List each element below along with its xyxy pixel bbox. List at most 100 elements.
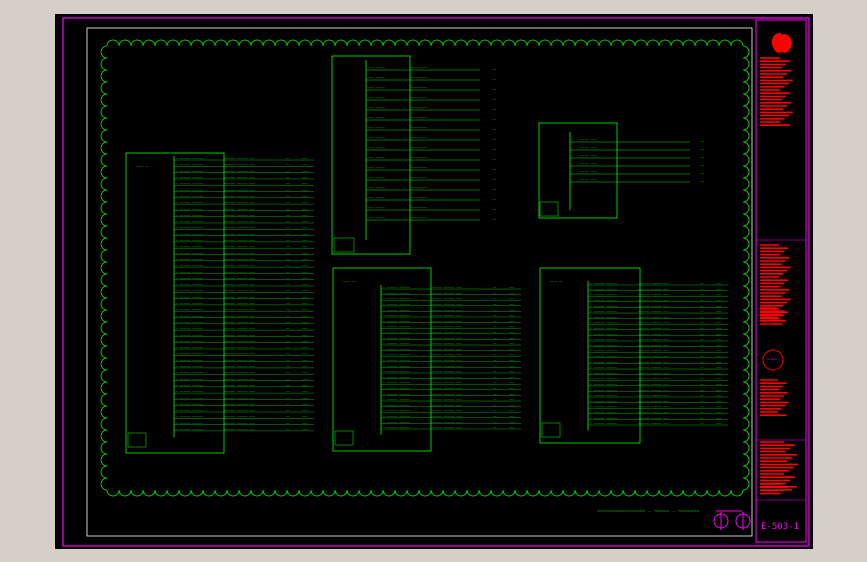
center-bottom-pole-label: ~~ (493, 341, 497, 345)
left-panel-box (125, 152, 225, 454)
left-rating-label: ~~~ (302, 371, 308, 375)
right-bottom-load-label: ~~~~~~ ~~~~~~ ~~~ (638, 315, 669, 319)
center-bottom-rating-label: ~~~ (509, 302, 515, 306)
right-bottom-load-label: ~~~~~~ ~~~~~~ ~~~ (638, 337, 669, 341)
left-load-label: ~~~~~~ ~~~~~~ ~~~ (224, 251, 255, 255)
left-rating-label: ~~~ (302, 201, 308, 205)
center-bottom-rating-label: ~~~ (509, 319, 515, 323)
center-bottom-circuit-label: ~ ~~~~~~ ~~~~~~ (383, 358, 410, 362)
center-top-feeder-label: ~~~ ~~~~ (368, 186, 385, 190)
center-bottom-rating-label: ~~~ (509, 325, 515, 329)
right-bottom-load-label: ~~~~~~ ~~~~~~ ~~~ (638, 287, 669, 291)
left-pole-label: ~~ (286, 207, 290, 211)
left-pole-label: ~~ (286, 377, 290, 381)
right-bottom-circuit-label: ~ ~~~~~~ ~~~~~~ (590, 293, 617, 297)
center-bottom-circuit-label: ~ ~~~~~~ ~~~~~~ (383, 375, 410, 379)
right-bottom-rating-label: ~~~ (716, 332, 722, 336)
center-bottom-pole-label: ~~ (493, 297, 497, 301)
left-pole-label: ~~ (286, 327, 290, 331)
center-bottom-rating-label: ~~~ (509, 285, 515, 289)
left-load-label: ~~~~~~ ~~~~~~ ~~~ (224, 156, 255, 160)
right-bottom-load-label: ~~~~~~ ~~~~~~ ~~~ (638, 377, 669, 381)
right-bottom-circuit-label: ~ ~~~~~~ ~~~~~~ (590, 349, 617, 353)
center-bottom-pole-label: ~~ (493, 308, 497, 312)
left-rating-label: ~~~ (302, 276, 308, 280)
left-pole-label: ~~ (286, 320, 290, 324)
left-load-label: ~~~~~~ ~~~~~~ ~~~ (224, 396, 255, 400)
left-circuit-label: ~ ~~~~~~ ~~~~~~ (176, 301, 203, 305)
left-pole-label: ~~ (286, 427, 290, 431)
right-bottom-rating-label: ~~~ (716, 304, 722, 308)
center-bottom-circuit-label: ~ ~~~~~~ ~~~~~~ (383, 325, 410, 329)
left-circuit-label: ~ ~~~~~~ ~~~~~~ (176, 201, 203, 205)
right-top-feeder-end: ~~ (700, 156, 704, 160)
left-circuit-label: ~ ~~~~~~ ~~~~~~ (176, 207, 203, 211)
right-bottom-pole-label: ~~ (700, 365, 704, 369)
left-pole-label: ~~ (286, 169, 290, 173)
left-circuit-label: ~ ~~~~~~ ~~~~~~ (176, 295, 203, 299)
right-top-feeder-end: ~~ (700, 180, 704, 184)
left-pole-label: ~~ (286, 219, 290, 223)
center-top-feeder-tag: ~~~~~~~~ (410, 156, 427, 160)
center-bottom-pole-label: ~~ (493, 409, 497, 413)
left-load-label: ~~~~~~ ~~~~~~ ~~~ (224, 333, 255, 337)
left-rating-label: ~~~ (302, 245, 308, 249)
center-bottom-load-label: ~~~~~~ ~~~~~~ ~~~ (431, 302, 462, 306)
left-pole-label: ~~ (286, 289, 290, 293)
left-load-label: ~~~~~~ ~~~~~~ ~~~ (224, 358, 255, 362)
center-top-feeder-tag: ~~~~~~~~ (410, 216, 427, 220)
center-top-feeder-label: ~~~ ~~~~ (368, 76, 385, 80)
left-load-label: ~~~~~~ ~~~~~~ ~~~ (224, 427, 255, 431)
left-circuit-label: ~ ~~~~~~ ~~~~~~ (176, 219, 203, 223)
left-pole-label: ~~ (286, 245, 290, 249)
right-bottom-pole-label: ~~ (700, 293, 704, 297)
right-bottom-pole-label: ~~ (700, 309, 704, 313)
center-bottom-rating-label: ~~~ (509, 369, 515, 373)
right-bottom-pole-label: ~~ (700, 337, 704, 341)
left-load-label: ~~~~~~ ~~~~~~ ~~~ (224, 207, 255, 211)
center-bottom-load-label: ~~~~~~ ~~~~~~ ~~~ (431, 358, 462, 362)
left-circuit-label: ~ ~~~~~~ ~~~~~~ (176, 421, 203, 425)
left-pole-label: ~~ (286, 182, 290, 186)
center-bottom-circuit-label: ~ ~~~~~~ ~~~~~~ (383, 409, 410, 413)
right-bottom-rating-label: ~~~ (716, 281, 722, 285)
left-circuit-label: ~ ~~~~~~ ~~~~~~ (176, 364, 203, 368)
center-top-feeder-end: ~~ (492, 178, 496, 182)
right-bottom-load-label: ~~~~~~ ~~~~~~ ~~~ (638, 393, 669, 397)
right-top-feeder-end: ~~ (700, 164, 704, 168)
center-bottom-pole-label: ~~ (493, 330, 497, 334)
center-top-feeder-end: ~~ (492, 168, 496, 172)
right-bottom-circuit-label: ~ ~~~~~~ ~~~~~~ (590, 365, 617, 369)
left-rating-label: ~~~ (302, 282, 308, 286)
left-circuit-label: ~ ~~~~~~ ~~~~~~ (176, 358, 203, 362)
right-top-feeder-label: ~~~~ ~~~ (580, 178, 597, 182)
right-bottom-pole-label: ~~ (700, 416, 704, 420)
left-circuit-label: ~ ~~~~~~ ~~~~~~ (176, 415, 203, 419)
center-bottom-load-label: ~~~~~~ ~~~~~~ ~~~ (431, 308, 462, 312)
right-bottom-circuit-label: ~ ~~~~~~ ~~~~~~ (590, 405, 617, 409)
right-bottom-rating-label: ~~~ (716, 315, 722, 319)
left-pole-label: ~~ (286, 194, 290, 198)
left-rating-label: ~~~ (302, 270, 308, 274)
left-circuit-label: ~ ~~~~~~ ~~~~~~ (176, 390, 203, 394)
center-bottom-rating-label: ~~~ (509, 308, 515, 312)
center-bottom-rating-label: ~~~ (509, 313, 515, 317)
left-rating-label: ~~~ (302, 377, 308, 381)
right-bottom-circuit-label: ~ ~~~~~~ ~~~~~~ (590, 304, 617, 308)
right-bottom-rating-label: ~~~ (716, 399, 722, 403)
left-pole-label: ~~ (286, 345, 290, 349)
center-top-feeder-label: ~~~ ~~~~ (368, 156, 385, 160)
center-top-feeder-tag: ~~~~~~~~ (410, 86, 427, 90)
center-top-feeder-tag: ~~~~~~~~ (410, 126, 427, 130)
right-bottom-rating-label: ~~~ (716, 326, 722, 330)
center-bottom-rating-label: ~~~ (509, 381, 515, 385)
left-load-label: ~~~~~~ ~~~~~~ ~~~ (224, 282, 255, 286)
right-bottom-load-label: ~~~~~~ ~~~~~~ ~~~ (638, 304, 669, 308)
right-bottom-load-label: ~~~~~~ ~~~~~~ ~~~ (638, 388, 669, 392)
right-bottom-pole-label: ~~ (700, 287, 704, 291)
right-bottom-circuit-label: ~ ~~~~~~ ~~~~~~ (590, 321, 617, 325)
center-bottom-circuit-label: ~ ~~~~~~ ~~~~~~ (383, 425, 410, 429)
right-bottom-pole-label: ~~ (700, 377, 704, 381)
center-bottom-rating-label: ~~~ (509, 347, 515, 351)
left-pole-label: ~~ (286, 308, 290, 312)
